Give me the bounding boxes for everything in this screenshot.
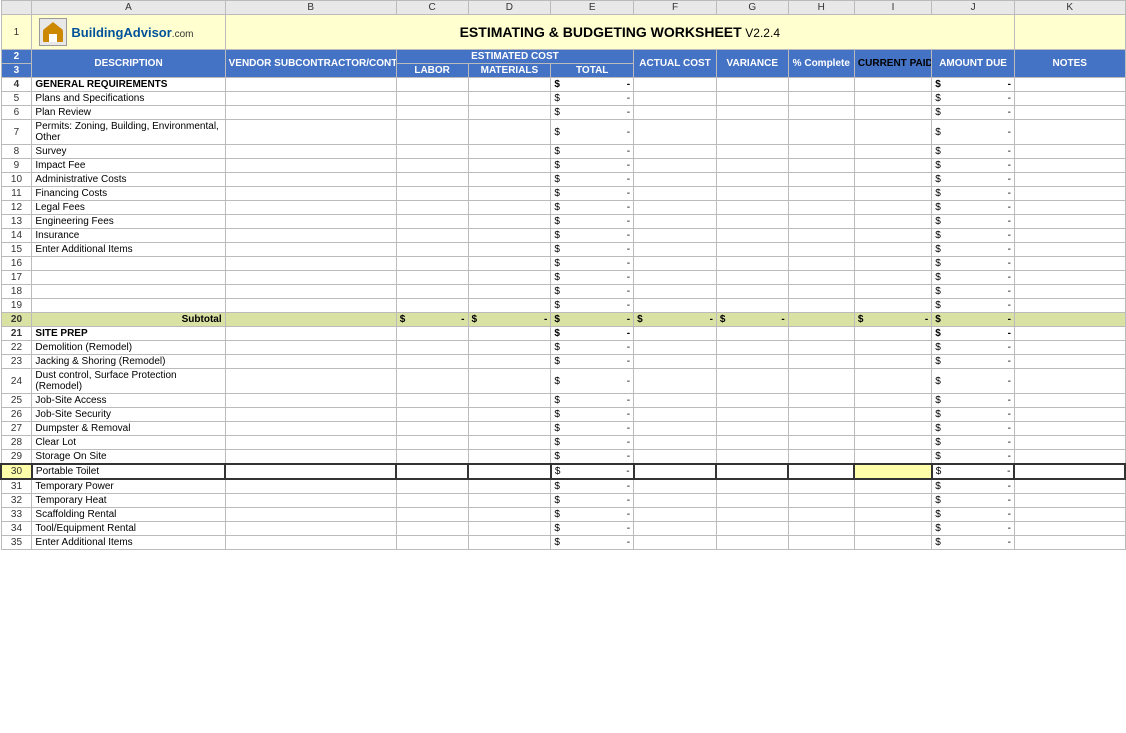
col-i-header[interactable]: I bbox=[854, 1, 931, 15]
title-row: 1 BuildingAdvisor.com bbox=[1, 15, 1125, 50]
table-row: 26 Job-Site Security $- $- bbox=[1, 408, 1125, 422]
table-row: 33 Scaffolding Rental $- $- bbox=[1, 508, 1125, 522]
table-row: 9 Impact Fee $- $- bbox=[1, 159, 1125, 173]
table-row: 23 Jacking & Shoring (Remodel) $- $- bbox=[1, 355, 1125, 369]
table-row: 34 Tool/Equipment Rental $- $- bbox=[1, 522, 1125, 536]
estimated-cost-header: ESTIMATED COST bbox=[396, 50, 633, 64]
col-j-header[interactable]: J bbox=[932, 1, 1015, 15]
section-site-prep: 21 SITE PREP $- $- bbox=[1, 327, 1125, 341]
current-paid-portable-toilet[interactable] bbox=[854, 464, 931, 479]
general-req-amount-due: $- bbox=[932, 78, 1015, 92]
table-row: 13 Engineering Fees $- $- bbox=[1, 215, 1125, 229]
table-row: 18 $- $- bbox=[1, 285, 1125, 299]
logo-cell: BuildingAdvisor.com bbox=[32, 15, 225, 50]
table-row: 31 Temporary Power $- $- bbox=[1, 479, 1125, 494]
table-row: 32 Temporary Heat $- $- bbox=[1, 494, 1125, 508]
section-general-requirements: 4 GENERAL REQUIREMENTS $- $- bbox=[1, 78, 1125, 92]
table-row: 15 Enter Additional Items $- $- bbox=[1, 243, 1125, 257]
actual-cost-header: ACTUAL COST bbox=[634, 50, 717, 78]
labor-header: LABOR bbox=[396, 64, 468, 78]
col-f-header[interactable]: F bbox=[634, 1, 717, 15]
col-c-header[interactable]: C bbox=[396, 1, 468, 15]
table-row: 28 Clear Lot $- $- bbox=[1, 436, 1125, 450]
col-g-header[interactable]: G bbox=[716, 1, 788, 15]
rn-2: 2 bbox=[1, 50, 32, 64]
table-row: 27 Dumpster & Removal $- $- bbox=[1, 422, 1125, 436]
site-prep-label: SITE PREP bbox=[32, 327, 225, 341]
table-row: 7 Permits: Zoning, Building, Environment… bbox=[1, 120, 1125, 145]
col-d-header[interactable]: D bbox=[468, 1, 551, 15]
col-a-header[interactable]: A bbox=[32, 1, 225, 15]
col-e-header[interactable]: E bbox=[551, 1, 634, 15]
table-row: 22 Demolition (Remodel) $- $- bbox=[1, 341, 1125, 355]
general-req-label: GENERAL REQUIREMENTS bbox=[32, 78, 225, 92]
total-header: TOTAL bbox=[551, 64, 634, 78]
logo-icon bbox=[39, 18, 67, 46]
rn-4: 4 bbox=[1, 78, 32, 92]
column-letters-row: A B C D E F G H I J K bbox=[1, 1, 1125, 15]
table-row: 11 Financing Costs $- $- bbox=[1, 187, 1125, 201]
worksheet-title: ESTIMATING & BUDGETING WORKSHEET V2.2.4 bbox=[225, 15, 1014, 50]
table-row: 16 $- $- bbox=[1, 257, 1125, 271]
pct-complete-header: % Complete bbox=[788, 50, 854, 78]
amount-due-header: AMOUNT DUE bbox=[932, 50, 1015, 78]
table-row: 24 Dust control, Surface Protection (Rem… bbox=[1, 369, 1125, 394]
vendor-header: VENDOR SUBCONTRACTOR/CONTRACT OR bbox=[225, 50, 396, 78]
table-row: 6 Plan Review $- $- bbox=[1, 106, 1125, 120]
title-notes-cell bbox=[1014, 15, 1125, 50]
table-row: 29 Storage On Site $- $- bbox=[1, 450, 1125, 465]
header-row-2: 2 DESCRIPTION VENDOR SUBCONTRACTOR/CONTR… bbox=[1, 50, 1125, 64]
materials-header: MATERIALS bbox=[468, 64, 551, 78]
subtotal-label: Subtotal bbox=[32, 313, 225, 327]
col-b-header[interactable]: B bbox=[225, 1, 396, 15]
spreadsheet: A B C D E F G H I J K 1 bbox=[0, 0, 1126, 733]
table-row: 17 $- $- bbox=[1, 271, 1125, 285]
col-k-header[interactable]: K bbox=[1014, 1, 1125, 15]
table-row: 14 Insurance $- $- bbox=[1, 229, 1125, 243]
description-header: DESCRIPTION bbox=[32, 50, 225, 78]
corner-cell bbox=[1, 1, 32, 15]
subtotal-row-general: 20 Subtotal $- $- $- $- $- $- $- bbox=[1, 313, 1125, 327]
table-row: 19 $- $- bbox=[1, 299, 1125, 313]
table-row: 35 Enter Additional Items $- $- bbox=[1, 536, 1125, 550]
general-req-total: $- bbox=[551, 78, 634, 92]
table-row: 8 Survey $- $- bbox=[1, 145, 1125, 159]
table-row: 10 Administrative Costs $- $- bbox=[1, 173, 1125, 187]
rn-3: 3 bbox=[1, 64, 32, 78]
variance-header: VARIANCE bbox=[716, 50, 788, 78]
table-row: 5 Plans and Specifications $- $- bbox=[1, 92, 1125, 106]
current-paid-header: CURRENT PAID bbox=[854, 50, 931, 78]
rn-1: 1 bbox=[1, 15, 32, 50]
table-row: 25 Job-Site Access $- $- bbox=[1, 394, 1125, 408]
table-row-portable-toilet: 30 Portable Toilet $- $- bbox=[1, 464, 1125, 479]
notes-header: NOTES bbox=[1014, 50, 1125, 78]
logo-text: BuildingAdvisor.com bbox=[71, 25, 193, 40]
table-row: 12 Legal Fees $- $- bbox=[1, 201, 1125, 215]
col-h-header[interactable]: H bbox=[788, 1, 854, 15]
